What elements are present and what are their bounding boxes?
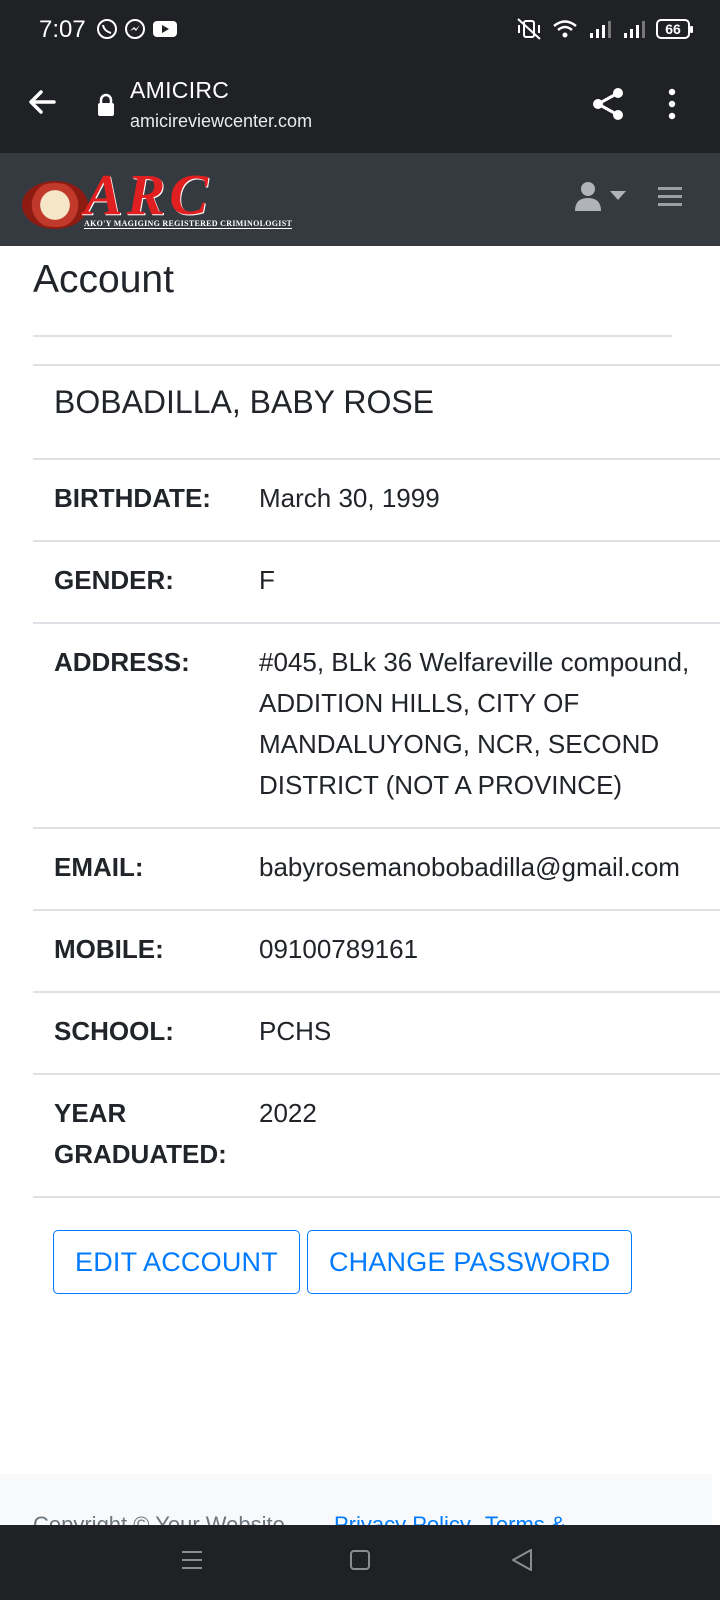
address-value: #045, BLk 36 Welfareville compound, ADDI… <box>259 622 720 828</box>
address-label: ADDRESS: <box>33 622 259 828</box>
messenger-icon <box>125 19 145 39</box>
seal-icon <box>22 181 88 229</box>
back-nav-icon[interactable] <box>510 1547 534 1573</box>
recent-apps-icon[interactable] <box>180 1547 204 1573</box>
logo-text: ARC <box>84 162 213 227</box>
back-arrow-icon[interactable] <box>26 86 58 118</box>
android-nav-bar <box>0 1525 720 1600</box>
site-logo[interactable]: ARC AKO'Y MAGIGING REGISTERED CRIMINOLOG… <box>22 162 293 233</box>
signal-icon <box>590 21 611 38</box>
name-row: BOBADILLA, BABY ROSE <box>33 364 720 459</box>
gender-label: GENDER: <box>33 540 259 623</box>
more-options-icon[interactable] <box>668 88 676 120</box>
edit-account-button[interactable]: EDIT ACCOUNT <box>53 1230 300 1294</box>
email-label: EMAIL: <box>33 827 259 910</box>
divider <box>33 335 672 337</box>
caret-down-icon <box>610 191 626 200</box>
gender-value: F <box>259 540 720 623</box>
notification-icons <box>96 18 178 40</box>
youtube-icon <box>153 21 177 37</box>
clock: 7:07 <box>39 16 86 43</box>
url-text[interactable]: amicireviewcenter.com <box>130 111 312 132</box>
system-icons: 66 <box>516 17 693 41</box>
mute-vibrate-icon <box>517 18 541 40</box>
year-graduated-label: YEAR GRADUATED: <box>33 1073 259 1198</box>
mobile-label: MOBILE: <box>33 909 259 992</box>
table-row: BIRTHDATE: March 30, 1999 <box>33 458 720 541</box>
mobile-value: 09100789161 <box>259 909 720 992</box>
profile-table: BOBADILLA, BABY ROSE BIRTHDATE: March 30… <box>33 364 720 1198</box>
table-row: GENDER: F <box>33 540 720 623</box>
site-title[interactable]: AMICIRC <box>130 77 229 104</box>
status-bar: 7:07 66 <box>0 0 720 60</box>
logo-tagline: AKO'Y MAGIGING REGISTERED CRIMINOLOGIST <box>84 219 293 229</box>
share-icon[interactable] <box>590 86 626 122</box>
email-value: babyrosemanobobadilla@gmail.com <box>259 827 720 910</box>
home-icon[interactable] <box>349 1547 371 1573</box>
account-actions: EDIT ACCOUNT CHANGE PASSWORD <box>53 1230 633 1294</box>
table-row: ADDRESS: #045, BLk 36 Welfareville compo… <box>33 622 720 828</box>
user-icon <box>575 182 601 211</box>
table-row: MOBILE: 09100789161 <box>33 909 720 992</box>
year-graduated-value: 2022 <box>259 1073 720 1198</box>
table-row: YEAR GRADUATED: 2022 <box>33 1073 720 1198</box>
viber-icon <box>97 19 117 39</box>
hamburger-menu-icon[interactable] <box>658 186 682 208</box>
change-password-button[interactable]: CHANGE PASSWORD <box>306 1230 633 1294</box>
table-row: SCHOOL: PCHS <box>33 991 720 1074</box>
lock-icon[interactable] <box>96 93 116 117</box>
signal-icon <box>624 21 645 38</box>
site-navbar: ARC AKO'Y MAGIGING REGISTERED CRIMINOLOG… <box>0 153 720 246</box>
school-value: PCHS <box>259 991 720 1074</box>
battery-icon: 66 <box>656 19 693 39</box>
browser-toolbar: AMICIRC amicireviewcenter.com <box>0 60 720 153</box>
wifi-icon <box>553 20 577 38</box>
user-menu-dropdown[interactable] <box>574 181 626 211</box>
page-title: Account <box>33 258 174 301</box>
profile-name: BOBADILLA, BABY ROSE <box>33 364 720 459</box>
birthdate-label: BIRTHDATE: <box>33 458 259 541</box>
table-row: EMAIL: babyrosemanobobadilla@gmail.com <box>33 827 720 910</box>
birthdate-value: March 30, 1999 <box>259 458 720 541</box>
school-label: SCHOOL: <box>33 991 259 1074</box>
